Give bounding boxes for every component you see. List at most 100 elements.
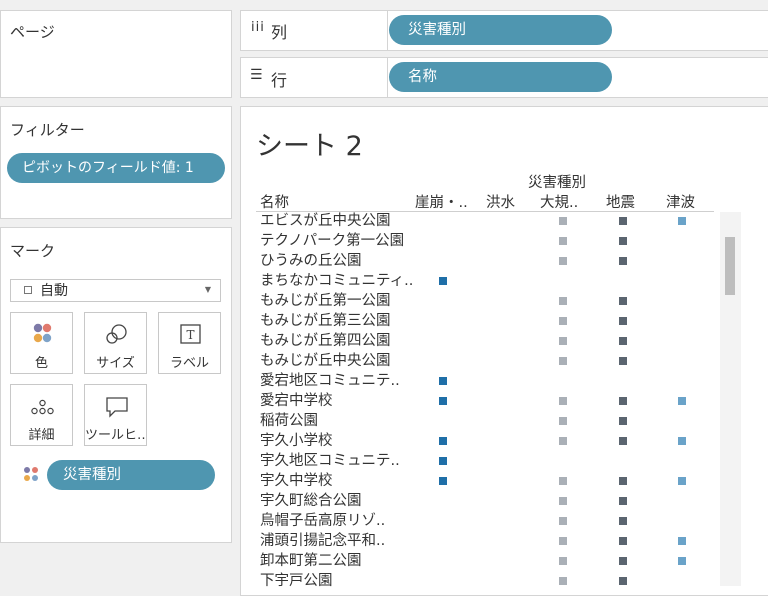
columns-icon: iii xyxy=(251,20,265,35)
mark-14-3[interactable] xyxy=(619,497,627,505)
row-name: 宇久地区コミュニテ.. xyxy=(260,453,400,469)
row-name: もみじが丘中央公園 xyxy=(260,353,391,369)
label-button-label: ラベル xyxy=(169,356,209,371)
mark-type-value: 自動 xyxy=(40,283,68,299)
mark-4-2[interactable] xyxy=(559,297,567,305)
row-name: ひうみの丘公園 xyxy=(260,253,362,269)
mark-0-3[interactable] xyxy=(619,217,627,225)
col-header-4: 津波 xyxy=(666,195,695,211)
mark-13-4[interactable] xyxy=(678,477,686,485)
mark-11-0[interactable] xyxy=(439,437,447,445)
mark-16-3[interactable] xyxy=(619,537,627,545)
mark-2-3[interactable] xyxy=(619,257,627,265)
row-name: もみじが丘第一公園 xyxy=(260,293,391,309)
mark-17-2[interactable] xyxy=(559,557,567,565)
color-button-label: 色 xyxy=(34,356,48,371)
mark-15-2[interactable] xyxy=(559,517,567,525)
row-name: エビスが丘中央公園 xyxy=(260,213,391,229)
mark-9-2[interactable] xyxy=(559,397,567,405)
tooltip-button[interactable]: ツールヒ… xyxy=(84,384,147,446)
mark-10-2[interactable] xyxy=(559,417,567,425)
tooltip-button-label: ツールヒ… xyxy=(85,428,146,443)
mark-8-0[interactable] xyxy=(439,377,447,385)
size-icon xyxy=(106,324,127,344)
mark-14-2[interactable] xyxy=(559,497,567,505)
detail-icon xyxy=(31,399,54,415)
col-header-0: 崖崩・.. xyxy=(415,195,468,211)
mark-13-2[interactable] xyxy=(559,477,567,485)
mark-17-4[interactable] xyxy=(678,557,686,565)
detail-button-label: 詳細 xyxy=(28,428,55,443)
tooltip-icon xyxy=(106,397,128,418)
mark-6-3[interactable] xyxy=(619,337,627,345)
row-name: 稲荷公園 xyxy=(260,413,318,429)
mark-16-2[interactable] xyxy=(559,537,567,545)
rows-pill[interactable]: 名称 xyxy=(389,62,612,92)
column-group-header: 災害種別 xyxy=(528,175,586,191)
mark-9-0[interactable] xyxy=(439,397,447,405)
row-name: 浦頭引揚記念平和.. xyxy=(260,533,386,549)
row-name: 卸本町第二公園 xyxy=(260,553,362,569)
row-name: 宇久中学校 xyxy=(260,473,333,489)
square-icon xyxy=(24,286,32,294)
detail-button[interactable]: 詳細 xyxy=(10,384,73,446)
columns-pill[interactable]: 災害種別 xyxy=(389,15,612,45)
label-icon: T xyxy=(180,324,201,344)
col-header-2: 大規.. xyxy=(540,195,579,211)
mark-12-0[interactable] xyxy=(439,457,447,465)
svg-text:T: T xyxy=(186,328,194,342)
mark-7-2[interactable] xyxy=(559,357,567,365)
mark-11-4[interactable] xyxy=(678,437,686,445)
mark-0-2[interactable] xyxy=(559,217,567,225)
mark-5-3[interactable] xyxy=(619,317,627,325)
row-header: 名称 xyxy=(260,195,289,211)
mark-11-2[interactable] xyxy=(559,437,567,445)
mark-6-2[interactable] xyxy=(559,337,567,345)
pages-title: ページ xyxy=(10,23,55,41)
mark-9-3[interactable] xyxy=(619,397,627,405)
rows-divider xyxy=(387,57,388,98)
mark-4-3[interactable] xyxy=(619,297,627,305)
mark-7-3[interactable] xyxy=(619,357,627,365)
mark-1-3[interactable] xyxy=(619,237,627,245)
scrollbar-thumb[interactable] xyxy=(725,237,735,295)
mark-17-3[interactable] xyxy=(619,557,627,565)
row-name: 宇久町総合公園 xyxy=(260,493,362,509)
mark-2-2[interactable] xyxy=(559,257,567,265)
mark-10-3[interactable] xyxy=(619,417,627,425)
mark-13-0[interactable] xyxy=(439,477,447,485)
color-button[interactable]: 色 xyxy=(10,312,73,374)
filters-title: フィルター xyxy=(10,121,85,139)
sheet-title: シート 2 xyxy=(256,131,363,162)
mark-16-4[interactable] xyxy=(678,537,686,545)
row-name: テクノパーク第一公園 xyxy=(260,233,405,249)
row-name: 烏帽子岳高原リゾ.. xyxy=(260,513,386,529)
row-name: もみじが丘第四公園 xyxy=(260,333,391,349)
color-field-pill[interactable]: 災害種別 xyxy=(47,460,215,490)
marks-title: マーク xyxy=(10,242,56,260)
color-dots-icon xyxy=(24,467,38,481)
row-name: もみじが丘第三公園 xyxy=(260,313,391,329)
size-button[interactable]: サイズ xyxy=(84,312,147,374)
mark-0-4[interactable] xyxy=(678,217,686,225)
row-name: 宇久小学校 xyxy=(260,433,333,449)
mark-15-3[interactable] xyxy=(619,517,627,525)
size-button-label: サイズ xyxy=(96,356,135,371)
filter-pill[interactable]: ピボットのフィールド値: 1 xyxy=(7,153,225,183)
mark-5-2[interactable] xyxy=(559,317,567,325)
mark-9-4[interactable] xyxy=(678,397,686,405)
rows-shelf-label: 行 xyxy=(271,71,288,90)
row-name: 下宇戸公園 xyxy=(260,573,333,589)
col-header-1: 洪水 xyxy=(486,195,515,211)
row-name: まちなかコミュニティ.. xyxy=(260,273,414,289)
label-button[interactable]: T ラベル xyxy=(158,312,221,374)
chevron-down-icon: ▼ xyxy=(204,285,211,294)
mark-11-3[interactable] xyxy=(619,437,627,445)
mark-3-0[interactable] xyxy=(439,277,447,285)
mark-18-2[interactable] xyxy=(559,577,567,585)
row-name: 愛宕地区コミュニテ.. xyxy=(260,373,400,389)
mark-1-2[interactable] xyxy=(559,237,567,245)
mark-13-3[interactable] xyxy=(619,477,627,485)
mark-18-3[interactable] xyxy=(619,577,627,585)
mark-type-dropdown[interactable]: 自動 ▼ xyxy=(10,279,221,302)
